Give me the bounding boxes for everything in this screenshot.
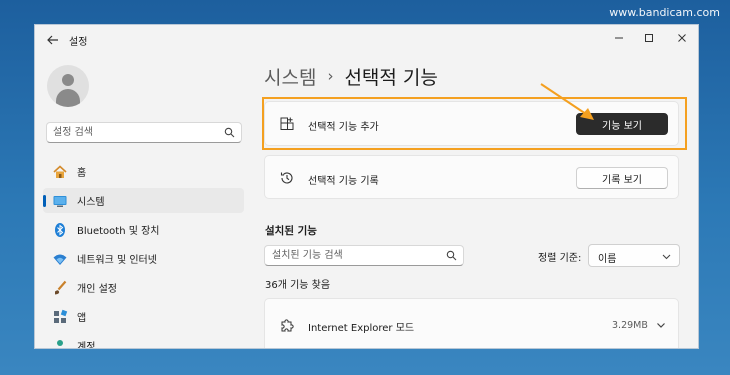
brush-icon bbox=[52, 280, 68, 296]
puzzle-icon bbox=[281, 319, 294, 332]
settings-window: 설정 홈 시스템 bbox=[34, 24, 699, 349]
sort-label: 정렬 기준: bbox=[538, 253, 582, 264]
chevron-down-icon bbox=[662, 254, 671, 260]
sort-value: 이름 bbox=[598, 254, 617, 265]
settings-search-input[interactable] bbox=[53, 125, 218, 140]
sidebar-item-label: 계정 bbox=[77, 342, 96, 349]
chevron-down-icon[interactable] bbox=[656, 320, 666, 330]
feature-history-card: 선택적 기능 기록 기록 보기 bbox=[264, 155, 679, 199]
apps-icon bbox=[52, 309, 68, 325]
wifi-icon bbox=[52, 251, 68, 267]
sidebar-item-label: 홈 bbox=[77, 168, 87, 179]
app-title: 설정 bbox=[69, 37, 88, 48]
minimize-icon bbox=[615, 37, 623, 39]
feature-count: 36개 기능 찾음 bbox=[265, 280, 331, 291]
search-icon[interactable] bbox=[446, 250, 457, 261]
sidebar-item-label: 앱 bbox=[77, 313, 87, 324]
breadcrumb-parent[interactable]: 시스템 bbox=[264, 63, 316, 90]
close-icon bbox=[678, 34, 686, 42]
minimize-button[interactable] bbox=[605, 28, 633, 48]
sidebar-item-label: Bluetooth 및 장치 bbox=[77, 226, 160, 237]
feature-size: 3.29MB bbox=[612, 320, 648, 331]
breadcrumb: 시스템 › 선택적 기능 bbox=[264, 61, 438, 91]
sidebar-item-label: 네트워크 및 인터넷 bbox=[77, 255, 157, 266]
avatar-head-icon bbox=[62, 74, 74, 86]
page-title: 선택적 기능 bbox=[344, 66, 438, 89]
installed-features-title: 설치된 기능 bbox=[265, 225, 317, 237]
sidebar-item-system[interactable]: 시스템 bbox=[43, 188, 244, 213]
system-icon bbox=[52, 193, 68, 209]
watermark: www.bandicam.com bbox=[609, 6, 720, 19]
view-history-button[interactable]: 기록 보기 bbox=[576, 167, 668, 189]
maximize-button[interactable] bbox=[635, 28, 663, 48]
settings-search-box[interactable] bbox=[46, 122, 242, 143]
sidebar-item-personalization[interactable]: 개인 설정 bbox=[43, 275, 244, 300]
bluetooth-icon bbox=[52, 222, 68, 238]
back-arrow-icon[interactable] bbox=[46, 33, 60, 47]
history-icon bbox=[280, 172, 293, 184]
breadcrumb-separator: › bbox=[327, 67, 334, 85]
feature-history-label: 선택적 기능 기록 bbox=[308, 176, 379, 187]
sidebar-item-bluetooth[interactable]: Bluetooth 및 장치 bbox=[43, 217, 244, 242]
close-button[interactable] bbox=[668, 28, 696, 48]
feature-row[interactable]: Internet Explorer 모드 3.29MB bbox=[264, 298, 679, 348]
view-features-button[interactable]: 기능 보기 bbox=[576, 113, 668, 135]
sidebar-item-label: 시스템 bbox=[77, 197, 105, 208]
sidebar-item-label: 개인 설정 bbox=[77, 284, 117, 295]
search-icon[interactable] bbox=[224, 127, 235, 138]
home-icon bbox=[52, 164, 68, 180]
title-bar: 설정 bbox=[35, 25, 698, 57]
installed-search-box[interactable] bbox=[264, 245, 464, 266]
avatar[interactable] bbox=[47, 65, 89, 107]
avatar-body-icon bbox=[56, 89, 80, 107]
sort-dropdown[interactable]: 이름 bbox=[588, 244, 680, 267]
sidebar-item-apps[interactable]: 앱 bbox=[43, 304, 244, 329]
sidebar-item-home[interactable]: 홈 bbox=[43, 159, 244, 184]
account-icon bbox=[52, 338, 68, 349]
sidebar-item-accounts[interactable]: 계정 bbox=[43, 333, 244, 349]
feature-name: Internet Explorer 모드 bbox=[308, 323, 415, 334]
sidebar-nav: 홈 시스템 Bluetooth 및 장치 네트워크 및 인터넷 개인 설정 앱 … bbox=[43, 159, 244, 349]
add-feature-card: 선택적 기능 추가 기능 보기 bbox=[264, 101, 679, 146]
add-feature-label: 선택적 기능 추가 bbox=[308, 122, 379, 133]
add-feature-icon bbox=[280, 117, 294, 130]
installed-search-input[interactable] bbox=[272, 248, 437, 263]
maximize-icon bbox=[645, 34, 653, 42]
sidebar-item-network[interactable]: 네트워크 및 인터넷 bbox=[43, 246, 244, 271]
